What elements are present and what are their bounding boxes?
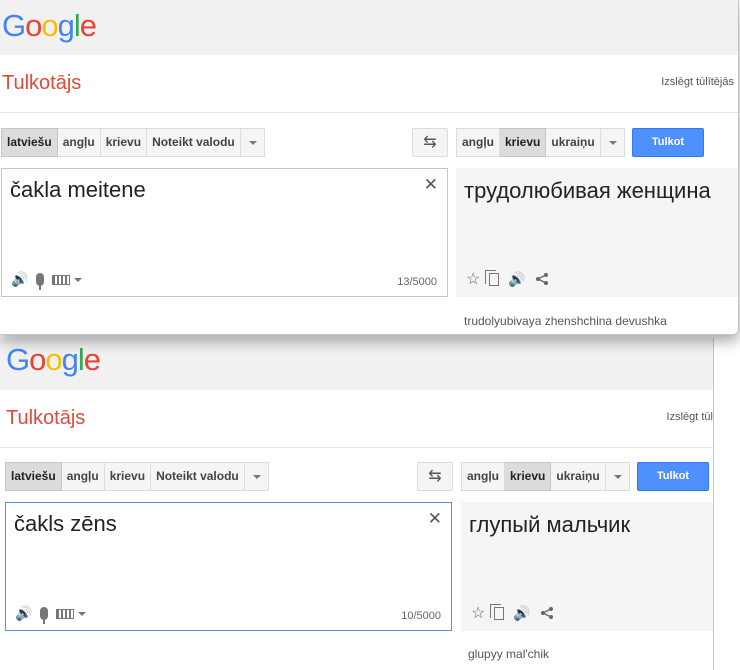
clear-icon[interactable]: ✕ [424,175,438,195]
source-lang-dropdown[interactable] [244,462,269,491]
clear-icon[interactable]: ✕ [428,509,442,529]
source-lang-english[interactable]: angļu [61,462,105,491]
target-lang-dropdown[interactable] [600,128,625,157]
source-tools: 🔊 [11,271,83,290]
target-lang-english[interactable]: angļu [461,462,505,491]
microphone-icon[interactable] [36,273,45,290]
google-logo[interactable]: Google [6,342,101,378]
logo-letter: G [6,342,30,377]
top-header: Google [0,338,713,390]
target-language-bar: angļu krievu ukraiņu [461,462,630,491]
chevron-down-icon[interactable] [78,611,87,616]
keyboard-icon[interactable] [52,274,71,285]
instant-toggle-link[interactable]: Izslēgt tūl [667,411,713,423]
target-lang-russian[interactable]: krievu [505,462,552,491]
source-lang-detect[interactable]: Noteikt valodu [147,128,241,157]
result-box: трудолюбивая женщина ☆ 🔊 [456,168,738,297]
logo-letter: o [45,342,62,377]
result-tools: ☆ 🔊 [466,269,549,289]
target-lang-ukrainian[interactable]: ukraiņu [551,462,606,491]
result-box: глупый мальчик ☆ 🔊 [461,502,713,631]
logo-letter: g [57,8,75,43]
swap-icon: ⇆ [423,134,437,151]
translator-window-front: Google Tulkotājs Izslēgt tūlītējās latvi… [0,0,739,335]
source-lang-english[interactable]: angļu [57,128,101,157]
star-icon[interactable]: ☆ [471,603,485,623]
speaker-icon[interactable]: 🔊 [11,271,28,288]
source-lang-dropdown[interactable] [240,128,265,157]
page-title: Tulkotājs [6,407,86,429]
source-lang-latvian[interactable]: latviešu [5,462,62,491]
result-tools: ☆ 🔊 [471,603,554,623]
logo-letter: g [61,342,79,377]
character-count: 13/5000 [397,276,437,288]
page-title: Tulkotājs [2,72,82,94]
translator-window-back: Google Tulkotājs Izslēgt tūl latviešu an… [0,338,714,670]
source-lang-detect[interactable]: Noteikt valodu [151,462,245,491]
speaker-icon[interactable]: 🔊 [508,271,525,288]
swap-languages-button[interactable]: ⇆ [417,462,453,491]
instant-toggle-link[interactable]: Izslēgt tūlītējās [661,76,734,88]
source-tools: 🔊 [15,605,87,624]
logo-letter: o [29,342,46,377]
result-text: трудолюбивая женщина [464,178,711,203]
character-count: 10/5000 [401,610,441,622]
result-text: глупый мальчик [469,512,631,537]
share-icon[interactable] [540,606,554,620]
target-language-bar: angļu krievu ukraiņu [456,128,625,157]
source-lang-russian[interactable]: krievu [104,462,152,491]
source-lang-russian[interactable]: krievu [100,128,148,157]
sub-header: Tulkotājs Izslēgt tūlītējās [0,55,738,113]
microphone-icon[interactable] [40,607,49,624]
transliteration-text: glupyy mal'chik [468,647,549,661]
sub-header: Tulkotājs Izslēgt tūl [0,390,713,448]
star-icon[interactable]: ☆ [466,269,480,289]
swap-icon: ⇆ [428,468,442,485]
share-icon[interactable] [535,272,549,286]
source-lang-latvian[interactable]: latviešu [1,128,58,157]
copy-icon[interactable] [485,269,500,286]
copy-icon[interactable] [490,603,505,620]
top-header: Google [0,0,738,55]
target-lang-english[interactable]: angļu [456,128,500,157]
target-lang-ukrainian[interactable]: ukraiņu [546,128,601,157]
logo-letter: e [83,342,101,377]
logo-letter: e [79,8,97,43]
logo-letter: G [2,8,26,43]
logo-letter: o [41,8,58,43]
logo-letter: o [25,8,42,43]
speaker-icon[interactable]: 🔊 [15,605,32,622]
transliteration-text: trudolyubivaya zhenshchina devushka [464,314,667,328]
source-textarea[interactable]: čakls zēns ✕ 🔊 10/5000 [5,502,452,631]
translate-button[interactable]: Tulkot [632,128,704,157]
source-language-bar: latviešu angļu krievu Noteikt valodu [5,462,269,491]
target-lang-dropdown[interactable] [605,462,630,491]
translate-button[interactable]: Tulkot [637,462,709,491]
chevron-down-icon[interactable] [74,277,83,282]
source-text[interactable]: čakla meitene [10,177,146,203]
speaker-icon[interactable]: 🔊 [513,605,530,622]
source-text[interactable]: čakls zēns [14,511,117,537]
swap-languages-button[interactable]: ⇆ [412,128,448,157]
keyboard-icon[interactable] [56,608,75,619]
target-lang-russian[interactable]: krievu [500,128,547,157]
source-textarea[interactable]: čakla meitene ✕ 🔊 13/5000 [1,168,448,297]
google-logo[interactable]: Google [2,8,97,44]
source-language-bar: latviešu angļu krievu Noteikt valodu [1,128,265,157]
